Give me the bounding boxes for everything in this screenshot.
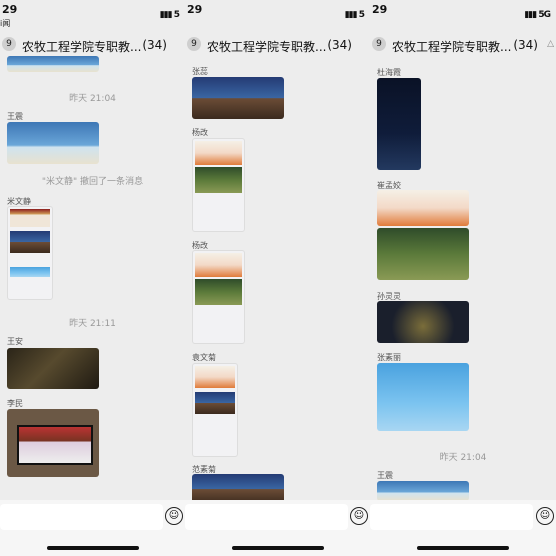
sender-name: 李民	[7, 399, 23, 408]
chat-header: 9 农牧工程学院专职教... (34)	[0, 34, 185, 56]
chat-title: 农牧工程学院专职教...	[207, 40, 327, 54]
video-message[interactable]	[7, 348, 99, 389]
image-message[interactable]	[377, 481, 469, 500]
chat-title: 农牧工程学院专职教...	[22, 40, 142, 54]
emoji-icon[interactable]: ☺	[350, 507, 368, 525]
chat-header: 9 农牧工程学院专职教... (34)	[185, 34, 370, 56]
message-input[interactable]	[0, 504, 163, 530]
video-message[interactable]	[192, 77, 284, 119]
emoji-icon[interactable]: ☺	[165, 507, 183, 525]
status-bar: 29 ▮▮▮ 5G	[370, 0, 556, 34]
member-count: (34)	[142, 38, 167, 52]
sender-name: 王安	[7, 337, 23, 346]
recall-notice: "米文静" 撤回了一条消息	[41, 177, 144, 187]
member-count: (34)	[327, 38, 352, 52]
input-bar: ☺	[0, 500, 185, 556]
video-message[interactable]	[377, 78, 421, 170]
signal-icon: ▮▮▮ 5	[159, 10, 180, 20]
mute-icon: △	[547, 39, 554, 49]
signal-icon: ▮▮▮ 5G	[524, 10, 551, 20]
sender-name: 杜海霞	[377, 68, 401, 77]
timestamp: 昨天 21:04	[69, 94, 116, 104]
member-count: (34)	[513, 38, 538, 52]
message-list[interactable]: 昨天 21:04 王震 "米文静" 撤回了一条消息 米文静 昨天 21:11 王…	[0, 56, 185, 500]
message-list[interactable]: 杜海霞 崔孟姣 孙灵灵 张素丽 昨天 21:04 王震	[370, 56, 556, 500]
image-message[interactable]	[7, 56, 99, 72]
sender-name: 王震	[7, 112, 23, 121]
home-indicator	[231, 546, 324, 550]
timestamp: 昨天 21:11	[69, 319, 116, 329]
home-indicator	[46, 546, 139, 550]
status-time: 29	[372, 3, 388, 16]
image-message[interactable]	[192, 250, 245, 344]
chat-header: 9 农牧工程学院专职教... (34) △	[370, 34, 556, 56]
image-message[interactable]	[192, 138, 245, 232]
back-badge[interactable]: 9	[2, 37, 16, 51]
message-input[interactable]	[185, 504, 348, 530]
image-message[interactable]	[377, 228, 469, 280]
message-list[interactable]: 张蕊 杨改 杨改 袁文菊 范素菊	[185, 56, 370, 500]
input-bar: ☺	[185, 500, 370, 556]
home-indicator	[417, 546, 509, 550]
input-bar: ☺	[370, 500, 556, 556]
video-message[interactable]	[377, 301, 469, 343]
image-message[interactable]	[7, 122, 99, 164]
message-input[interactable]	[370, 504, 533, 530]
image-message[interactable]	[7, 409, 99, 477]
image-message[interactable]	[7, 206, 53, 300]
emoji-icon[interactable]: ☺	[536, 507, 554, 525]
chat-panel-1: 29 i闻 ▮▮▮ 5 9 农牧工程学院专职教... (34) 昨天 21:04…	[0, 0, 185, 556]
back-badge[interactable]: 9	[187, 37, 201, 51]
sender-name: 袁文菊	[192, 353, 216, 362]
back-badge[interactable]: 9	[372, 37, 386, 51]
video-message[interactable]	[192, 474, 284, 500]
timestamp: 昨天 21:04	[439, 453, 487, 463]
signal-icon: ▮▮▮ 5	[344, 10, 365, 20]
image-message[interactable]	[192, 363, 238, 457]
image-message[interactable]	[377, 363, 469, 431]
sender-name: 杨改	[192, 128, 208, 137]
sender-name: 张蕊	[192, 67, 208, 76]
status-subtext: i闻	[0, 19, 11, 28]
chat-panel-2: 29 ▮▮▮ 5 9 农牧工程学院专职教... (34) 张蕊 杨改 杨改 袁文…	[185, 0, 370, 556]
chat-title: 农牧工程学院专职教...	[392, 40, 512, 54]
status-time: 29	[2, 3, 18, 16]
status-bar: 29 ▮▮▮ 5	[185, 0, 370, 34]
sender-name: 张素丽	[377, 353, 401, 362]
status-bar: 29 i闻 ▮▮▮ 5	[0, 0, 185, 34]
status-time: 29	[187, 3, 203, 16]
sender-name: 王震	[377, 471, 393, 480]
chat-panel-3: 29 ▮▮▮ 5G 9 农牧工程学院专职教... (34) △ 杜海霞 崔孟姣 …	[370, 0, 556, 556]
image-message[interactable]	[377, 190, 469, 226]
